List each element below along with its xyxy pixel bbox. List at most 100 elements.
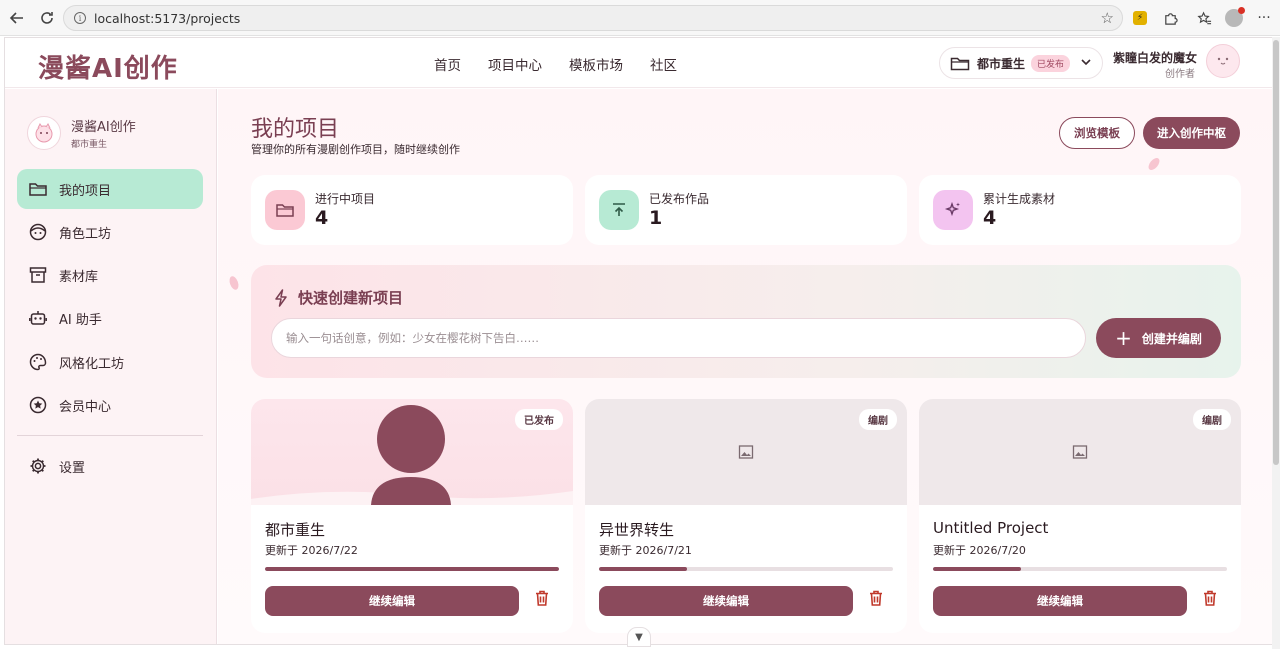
sidebar-item-label: 风格化工坊 — [59, 356, 125, 372]
chevron-down-icon — [1081, 59, 1091, 66]
brand-logo[interactable]: 漫酱AI创作 — [38, 48, 178, 85]
create-button-label: 创建并编剧 — [1141, 331, 1202, 346]
favorites-icon[interactable] — [1195, 9, 1213, 27]
back-arrow-icon[interactable] — [7, 8, 27, 28]
sidebar-item-ai-assistant[interactable]: AI 助手 — [17, 298, 203, 338]
bookmark-star-icon[interactable]: ☆ — [1101, 9, 1114, 27]
progress-bar — [933, 567, 1227, 571]
url-text: localhost:5173/projects — [94, 10, 241, 26]
folder-icon — [29, 180, 47, 198]
progress-bar — [599, 567, 893, 571]
folder-icon — [265, 190, 305, 230]
create-and-script-button[interactable]: + 创建并编剧 — [1096, 318, 1221, 358]
progress-bar — [265, 567, 559, 571]
mascot-logo-icon — [27, 116, 61, 150]
sparkle-icon — [933, 190, 973, 230]
stat-value: 4 — [983, 207, 997, 229]
project-card[interactable]: 编剧 异世界转生 更新于 2026/7/21 继续编辑 — [585, 399, 907, 633]
sidebar-item-label: AI 助手 — [59, 312, 102, 328]
quick-create-title-text: 快速创建新项目 — [298, 289, 404, 307]
image-placeholder-icon — [1072, 445, 1088, 459]
sidebar: 漫酱AI创作 都市重生 我的项目 角色工坊 素材库 AI 助手 风格化工坊 会员… — [5, 89, 217, 644]
quick-create-panel: 快速创建新项目 + 创建并编剧 — [251, 265, 1241, 378]
stat-label: 进行中项目 — [315, 192, 376, 206]
puzzle-icon[interactable] — [1161, 9, 1179, 27]
progress-fill — [265, 567, 559, 571]
project-name: 都市重生 — [265, 521, 326, 539]
project-status-badge: 编剧 — [859, 409, 897, 430]
sidebar-brand-subtitle: 都市重生 — [71, 140, 108, 150]
nav-projects[interactable]: 项目中心 — [488, 54, 542, 74]
sidebar-item-settings[interactable]: 设置 — [17, 446, 203, 486]
stat-label: 已发布作品 — [649, 192, 710, 206]
main-content: 我的项目 管理你的所有漫剧创作项目，随时继续创作 浏览模板 进入创作中枢 进行中… — [218, 89, 1275, 644]
browser-toolbar: i localhost:5173/projects ☆ ⚡ ··· — [0, 0, 1280, 36]
status-badge: 已发布 — [1031, 54, 1071, 72]
petal-decoration — [1146, 156, 1162, 172]
progress-fill — [599, 567, 688, 571]
project-selector[interactable]: 都市重生 已发布 — [939, 47, 1103, 79]
app-header: 漫酱AI创作 首页 项目中心 模板市场 社区 都市重生 已发布 紫瞳白发的魔女 … — [5, 38, 1275, 88]
trash-icon[interactable] — [1201, 589, 1219, 607]
sidebar-brand: 漫酱AI创作 都市重生 — [27, 116, 136, 150]
continue-edit-button[interactable]: 继续编辑 — [265, 586, 519, 616]
star-icon — [29, 396, 47, 414]
continue-edit-button[interactable]: 继续编辑 — [599, 586, 853, 616]
scrollbar-thumb[interactable] — [1273, 40, 1279, 465]
continue-edit-button[interactable]: 继续编辑 — [933, 586, 1187, 616]
project-cover: 已发布 — [251, 399, 573, 505]
sidebar-item-asset-library[interactable]: 素材库 — [17, 255, 203, 295]
browse-templates-button[interactable]: 浏览模板 — [1059, 117, 1135, 149]
stat-card-assets: 累计生成素材 4 — [919, 175, 1241, 245]
project-card[interactable]: 已发布 都市重生 更新于 2026/7/22 继续编辑 — [251, 399, 573, 633]
sidebar-item-character-workshop[interactable]: 角色工坊 — [17, 212, 203, 252]
upload-icon — [599, 190, 639, 230]
more-menu-icon[interactable]: ··· — [1255, 9, 1273, 27]
sidebar-item-my-projects[interactable]: 我的项目 — [17, 169, 203, 209]
sidebar-item-label: 会员中心 — [59, 399, 112, 415]
project-status-badge: 编剧 — [1193, 409, 1231, 430]
nav-community[interactable]: 社区 — [650, 54, 677, 74]
project-status-badge: 已发布 — [515, 409, 563, 430]
site-info-icon[interactable]: i — [74, 12, 86, 24]
nav-templates[interactable]: 模板市场 — [569, 54, 623, 74]
project-updated-date: 更新于 2026/7/20 — [933, 544, 1026, 557]
nav-home[interactable]: 首页 — [434, 54, 461, 74]
progress-fill — [933, 567, 1022, 571]
project-updated-date: 更新于 2026/7/22 — [265, 544, 358, 557]
sidebar-item-membership[interactable]: 会员中心 — [17, 385, 203, 425]
project-name: Untitled Project — [933, 519, 1049, 537]
profile-icon[interactable] — [1225, 7, 1245, 27]
trash-icon[interactable] — [867, 589, 885, 607]
page-title: 我的项目 — [251, 117, 340, 142]
user-role: 创作者 — [1165, 69, 1195, 80]
reload-icon[interactable] — [37, 8, 57, 28]
address-bar[interactable]: i localhost:5173/projects ☆ — [63, 5, 1123, 31]
sidebar-divider — [17, 435, 203, 436]
lightning-icon — [275, 288, 287, 307]
project-name: 异世界转生 — [599, 521, 675, 539]
idea-input[interactable] — [271, 318, 1086, 358]
project-card[interactable]: 编剧 Untitled Project 更新于 2026/7/20 继续编辑 — [919, 399, 1241, 633]
page-subtitle: 管理你的所有漫剧创作项目，随时继续创作 — [251, 143, 460, 156]
extension-icon[interactable]: ⚡ — [1131, 9, 1149, 27]
palette-icon — [29, 353, 47, 371]
face-icon — [29, 223, 47, 241]
selected-project-name: 都市重生 — [977, 56, 1026, 71]
top-navigation: 首页 项目中心 模板市场 社区 — [434, 54, 677, 74]
image-placeholder-icon — [738, 445, 754, 459]
sidebar-item-style-workshop[interactable]: 风格化工坊 — [17, 342, 203, 382]
trash-icon[interactable] — [533, 589, 551, 607]
stat-value: 4 — [315, 207, 329, 229]
enter-studio-button[interactable]: 进入创作中枢 — [1143, 117, 1240, 149]
sidebar-item-label: 我的项目 — [59, 183, 112, 199]
archive-icon — [29, 266, 47, 284]
stat-card-in-progress: 进行中项目 4 — [251, 175, 573, 245]
avatar[interactable] — [1206, 44, 1240, 78]
project-cover: 编剧 — [919, 399, 1241, 505]
gear-icon — [29, 457, 47, 475]
robot-icon — [29, 309, 47, 327]
stat-value: 1 — [649, 207, 663, 229]
project-updated-date: 更新于 2026/7/21 — [599, 544, 692, 557]
scroll-down-chevron-icon[interactable]: ▼ — [627, 627, 651, 647]
